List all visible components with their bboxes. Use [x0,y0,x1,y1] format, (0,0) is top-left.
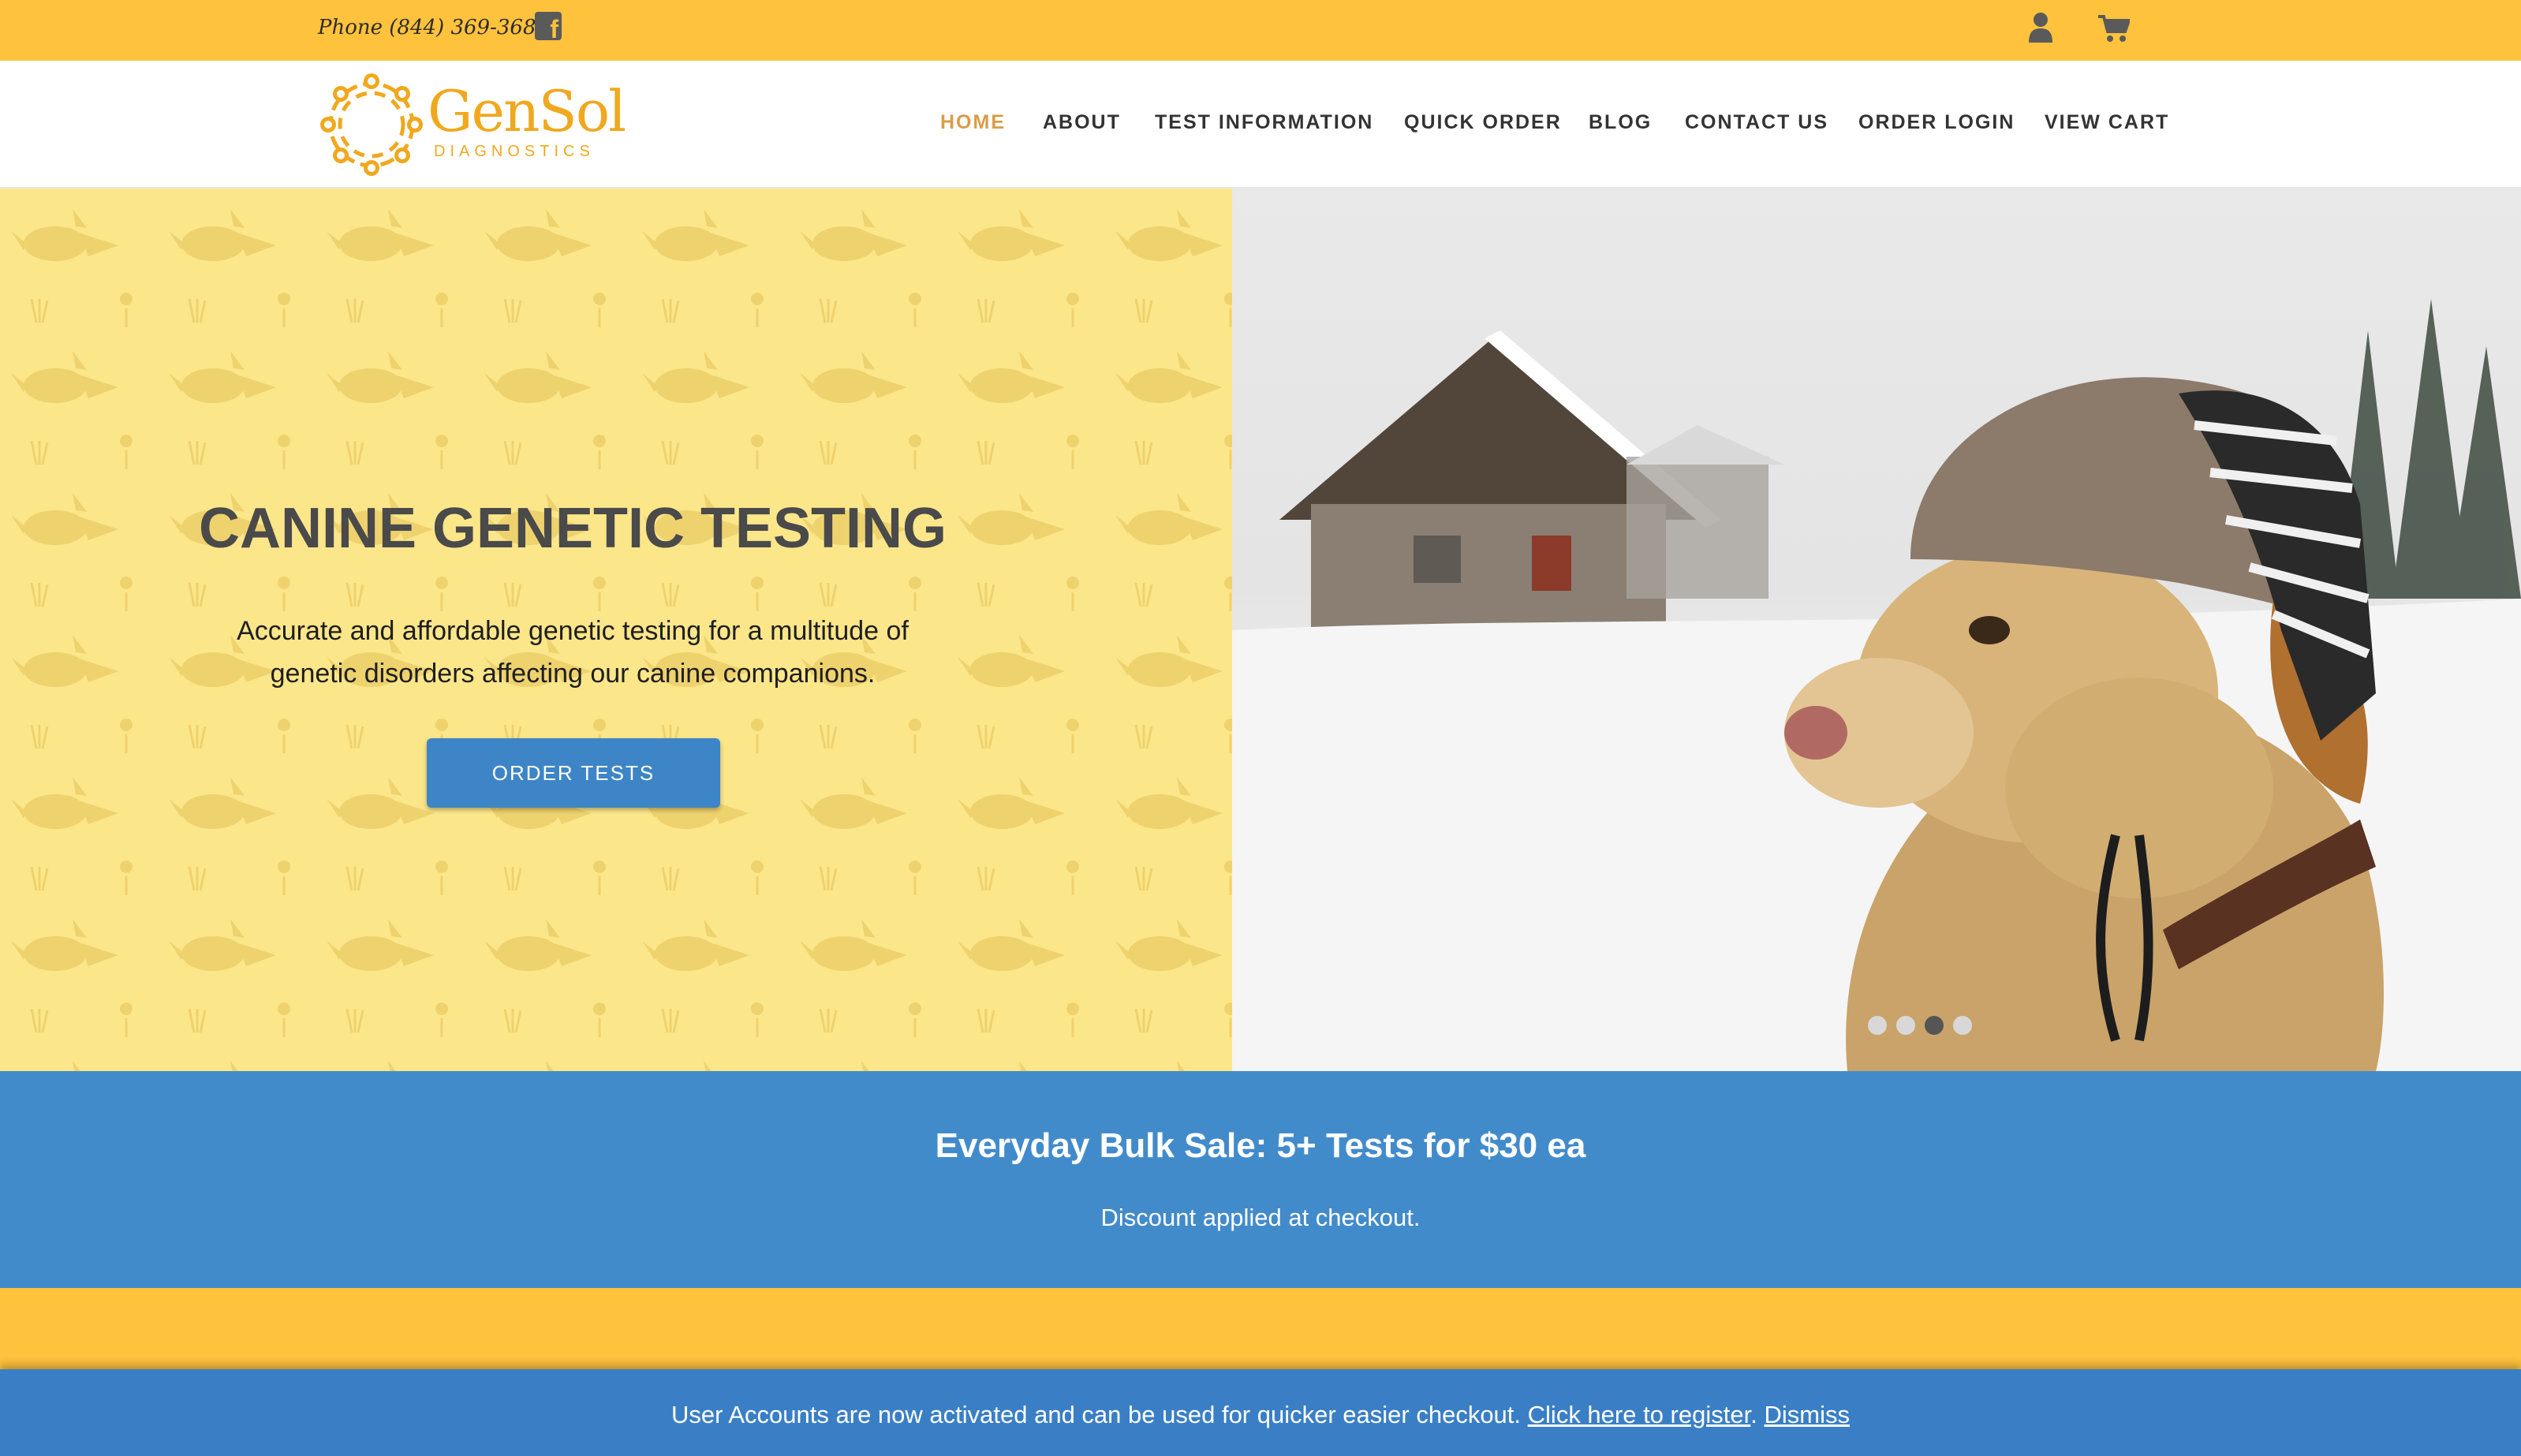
hero-text-panel: CANINE GENETIC TESTING Accurate and affo… [0,189,1232,1071]
phone-number[interactable]: Phone (844) 369-3686 [318,16,549,39]
logo-subtitle: DIAGNOSTICS [434,143,595,160]
logo-name: GenSol [428,78,626,144]
nav-test-information[interactable]: TEST INFORMATION [1155,111,1373,134]
gensol-logo[interactable]: GenSol DIAGNOSTICS [316,69,626,179]
main-nav: HOME ABOUT TEST INFORMATION QUICK ORDER … [931,61,2521,187]
top-bar: Phone (844) 369-3686 f [0,0,2521,61]
nav-home[interactable]: HOME [940,111,1006,134]
nav-quick-order[interactable]: QUICK ORDER [1404,111,1562,134]
facebook-icon[interactable]: f [535,12,562,42]
dismiss-link[interactable]: Dismiss [1764,1401,1850,1428]
shopping-cart-icon[interactable] [2098,14,2130,43]
dog-in-snow-image [1232,299,2521,1071]
site-header: GenSol DIAGNOSTICS HOME ABOUT TEST INFOR… [0,61,2521,189]
sale-title: Everyday Bulk Sale: 5+ Tests for $30 ea [935,1126,1586,1165]
nav-blog[interactable]: BLOG [1589,111,1652,134]
nav-contact-us[interactable]: CONTACT US [1685,111,1828,134]
carousel-dot-1[interactable] [1868,1016,1887,1035]
nav-view-cart[interactable]: VIEW CART [2045,111,2169,134]
hero-photo [1232,189,2521,1071]
carousel-dot-3[interactable] [1925,1016,1944,1035]
nav-about[interactable]: ABOUT [1043,111,1121,134]
bulk-sale-banner: Everyday Bulk Sale: 5+ Tests for $30 ea … [0,1071,2521,1288]
hero-subtitle: Accurate and affordable genetic testing … [237,616,909,689]
carousel-dot-4[interactable] [1953,1016,1972,1035]
hero-title: CANINE GENETIC TESTING [198,497,947,560]
sale-note: Discount applied at checkout. [1100,1204,1421,1231]
register-link[interactable]: Click here to register [1528,1401,1751,1428]
nav-order-login[interactable]: ORDER LOGIN [1858,111,2015,134]
yellow-divider [0,1288,2521,1369]
carousel-dot-2[interactable] [1896,1016,1915,1035]
notice-separator: . [1750,1401,1757,1428]
order-tests-button[interactable]: ORDER TESTS [427,738,720,808]
user-icon[interactable] [2027,11,2054,43]
account-notice-bar: User Accounts are now activated and can … [0,1369,2521,1456]
dna-ring-icon [320,73,423,176]
notice-text: User Accounts are now activated and can … [671,1401,1522,1428]
